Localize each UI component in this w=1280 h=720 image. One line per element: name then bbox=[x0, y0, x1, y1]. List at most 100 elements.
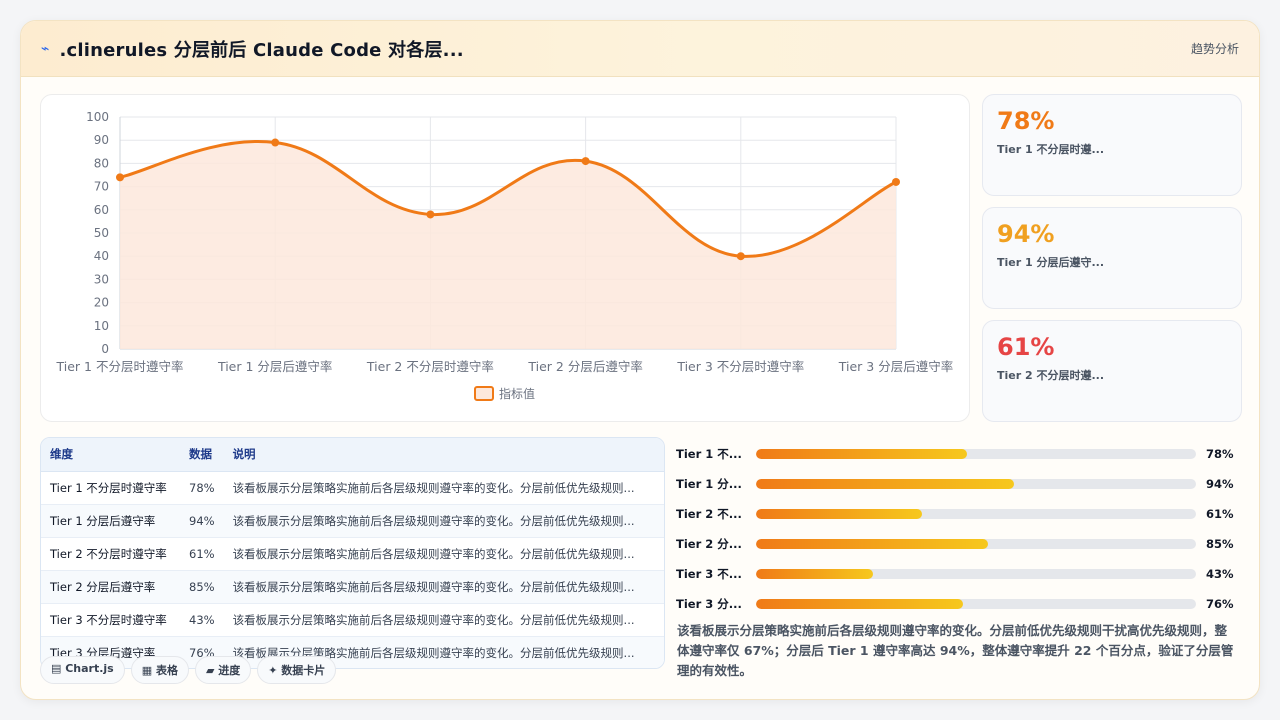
tag-bar: ▤ Chart.js ▦ 表格 ▰ 进度 ✦ 数据卡片 bbox=[40, 656, 337, 684]
y-tick-label: 80 bbox=[94, 156, 109, 170]
data-point bbox=[271, 138, 280, 147]
cell-description: 该看板展示分层策略实施前后各层级规则遵守率的变化。分层前低优先级规则... bbox=[223, 537, 664, 571]
cell-dimension: Tier 2 不分层时遵守率 bbox=[41, 537, 180, 571]
progress-fill bbox=[756, 599, 963, 609]
data-point bbox=[892, 177, 900, 186]
column-header-data: 数据 bbox=[180, 438, 224, 472]
progress-label: Tier 3 不... bbox=[676, 567, 742, 581]
progress-label: Tier 1 不... bbox=[676, 447, 742, 461]
progress-value: 43% bbox=[1206, 567, 1234, 581]
cell-data: 94% bbox=[180, 504, 224, 538]
x-tick-label: Tier 3 分层后遵守率 bbox=[838, 359, 953, 374]
line-chart: 0 10 20 30 40 50 60 70 80 90 100 Tier 1 不分层时遵守率 Tier… bbox=[56, 110, 953, 401]
stat-label: Tier 2 不分层时遵... bbox=[997, 369, 1105, 382]
table-row[interactable]: Tier 1 不分层时遵守率 78% 该看板展示分层策略实施前后各层级规则遵守率的变… bbox=[41, 471, 664, 505]
cell-dimension: Tier 1 不分层时遵守率 bbox=[41, 471, 180, 505]
progress-value: 85% bbox=[1206, 537, 1234, 551]
cell-description: 该看板展示分层策略实施前后各层级规则遵守率的变化。分层前低优先级规则... bbox=[223, 471, 664, 505]
legend-label: 指标值 bbox=[499, 386, 535, 401]
data-table-panel: 维度 数据 说明 Tier 1 不分层时遵守率 78% 该看板展示分层策略实施前后各… bbox=[40, 437, 665, 669]
progress-track bbox=[756, 449, 1196, 459]
column-header-description: 说明 bbox=[223, 438, 664, 472]
cell-data: 78% bbox=[180, 471, 224, 505]
progress-label: Tier 2 不... bbox=[676, 507, 742, 521]
page-title: .clinerules 分层前后 Claude Code 对各层... bbox=[59, 39, 464, 61]
progress-value: 78% bbox=[1206, 447, 1234, 461]
table-header-row: 维度 数据 说明 bbox=[41, 438, 664, 472]
stat-label: Tier 1 分层后遵守... bbox=[997, 256, 1105, 269]
cell-dimension: Tier 3 不分层时遵守率 bbox=[41, 603, 180, 637]
stat-card: 78% Tier 1 不分层时遵... bbox=[982, 94, 1242, 196]
progress-fill bbox=[756, 569, 874, 579]
progress-value: 61% bbox=[1206, 507, 1234, 521]
progress-track bbox=[756, 569, 1196, 579]
cell-description: 该看板展示分层策略实施前后各层级规则遵守率的变化。分层前低优先级规则... bbox=[223, 603, 664, 637]
y-tick-label: 60 bbox=[94, 203, 109, 217]
legend-swatch bbox=[474, 386, 494, 401]
trend-analysis-link[interactable]: 趋势分析 bbox=[1191, 40, 1239, 57]
y-tick-label: 20 bbox=[94, 296, 109, 310]
y-tick-label: 40 bbox=[94, 249, 109, 263]
stat-label: Tier 1 不分层时遵... bbox=[997, 143, 1105, 156]
y-tick-label: 90 bbox=[94, 133, 109, 147]
dashboard-card: ⌁ .clinerules 分层前后 Claude Code 对各层... 趋势… bbox=[20, 20, 1260, 700]
progress-fill bbox=[756, 479, 1014, 489]
progress-list: Tier 1 不... 78% Tier 1 分... 94% Tier 2 不... 6… bbox=[676, 439, 1236, 619]
table-row[interactable]: Tier 1 分层后遵守率 94% 该看板展示分层策略实施前后各层级规则遵守率的变化… bbox=[41, 504, 664, 538]
x-tick-label: Tier 3 不分层时遵守率 bbox=[676, 359, 804, 374]
data-point bbox=[736, 252, 745, 261]
stat-card: 94% Tier 1 分层后遵守... bbox=[982, 207, 1242, 309]
progress-label: Tier 1 分... bbox=[676, 477, 742, 491]
trend-line-icon: ⌁ bbox=[41, 40, 50, 57]
header-bar: ⌁ .clinerules 分层前后 Claude Code 对各层... 趋势… bbox=[21, 21, 1259, 77]
stat-value: 94% bbox=[997, 220, 1055, 248]
series-area bbox=[120, 141, 896, 349]
cell-dimension: Tier 2 分层后遵守率 bbox=[41, 570, 180, 604]
stat-value: 78% bbox=[997, 107, 1055, 135]
progress-track bbox=[756, 479, 1196, 489]
tag-chartjs[interactable]: ▤ Chart.js bbox=[40, 656, 125, 684]
x-tick-label: Tier 1 不分层时遵守率 bbox=[56, 359, 184, 374]
data-point bbox=[426, 210, 435, 219]
progress-value: 94% bbox=[1206, 477, 1234, 491]
progress-track bbox=[756, 539, 1196, 549]
y-tick-label: 0 bbox=[101, 342, 109, 356]
progress-row: Tier 2 分... 85% bbox=[676, 529, 1236, 559]
x-tick-label: Tier 2 分层后遵守率 bbox=[527, 359, 642, 374]
table-row[interactable]: Tier 2 不分层时遵守率 61% 该看板展示分层策略实施前后各层级规则遵守率的变… bbox=[41, 537, 664, 571]
y-tick-label: 70 bbox=[94, 180, 109, 194]
cell-data: 61% bbox=[180, 537, 224, 571]
tag-table[interactable]: ▦ 表格 bbox=[130, 656, 189, 684]
cell-dimension: Tier 1 分层后遵守率 bbox=[41, 504, 180, 538]
table-row[interactable]: Tier 3 不分层时遵守率 43% 该看板展示分层策略实施前后各层级规则遵守率的变… bbox=[41, 603, 664, 637]
progress-row: Tier 3 分... 76% bbox=[676, 589, 1236, 619]
cell-description: 该看板展示分层策略实施前后各层级规则遵守率的变化。分层前低优先级规则... bbox=[223, 504, 664, 538]
progress-fill bbox=[756, 449, 968, 459]
y-tick-label: 30 bbox=[94, 272, 109, 286]
stat-card: 61% Tier 2 不分层时遵... bbox=[982, 320, 1242, 422]
summary-text: 该看板展示分层策略实施前后各层级规则遵守率的变化。分层前低优先级规则干扰高优先级… bbox=[677, 623, 1234, 678]
x-tick-label: Tier 2 不分层时遵守率 bbox=[366, 359, 494, 374]
progress-fill bbox=[756, 509, 922, 519]
tag-progress[interactable]: ▰ 进度 bbox=[194, 656, 252, 684]
column-header-dimension: 维度 bbox=[41, 438, 180, 472]
progress-track bbox=[756, 599, 1196, 609]
progress-row: Tier 3 不... 43% bbox=[676, 559, 1236, 589]
cell-data: 85% bbox=[180, 570, 224, 604]
progress-value: 76% bbox=[1206, 597, 1234, 611]
progress-fill bbox=[756, 539, 988, 549]
progress-label: Tier 2 分... bbox=[676, 537, 742, 551]
progress-track bbox=[756, 509, 1196, 519]
cell-description: 该看板展示分层策略实施前后各层级规则遵守率的变化。分层前低优先级规则... bbox=[223, 570, 664, 604]
stat-value: 61% bbox=[997, 333, 1055, 361]
progress-row: Tier 2 不... 61% bbox=[676, 499, 1236, 529]
progress-row: Tier 1 分... 94% bbox=[676, 469, 1236, 499]
y-tick-label: 10 bbox=[94, 319, 109, 333]
table-row[interactable]: Tier 2 分层后遵守率 85% 该看板展示分层策略实施前后各层级规则遵守率的变化… bbox=[41, 570, 664, 604]
line-chart-panel: 0 10 20 30 40 50 60 70 80 90 100 Tier 1 不分层时遵守率 Tier… bbox=[40, 94, 970, 422]
data-point bbox=[581, 157, 590, 166]
tag-data-card[interactable]: ✦ 数据卡片 bbox=[257, 656, 337, 684]
y-tick-label: 50 bbox=[94, 226, 109, 240]
cell-data: 43% bbox=[180, 603, 224, 637]
progress-row: Tier 1 不... 78% bbox=[676, 439, 1236, 469]
